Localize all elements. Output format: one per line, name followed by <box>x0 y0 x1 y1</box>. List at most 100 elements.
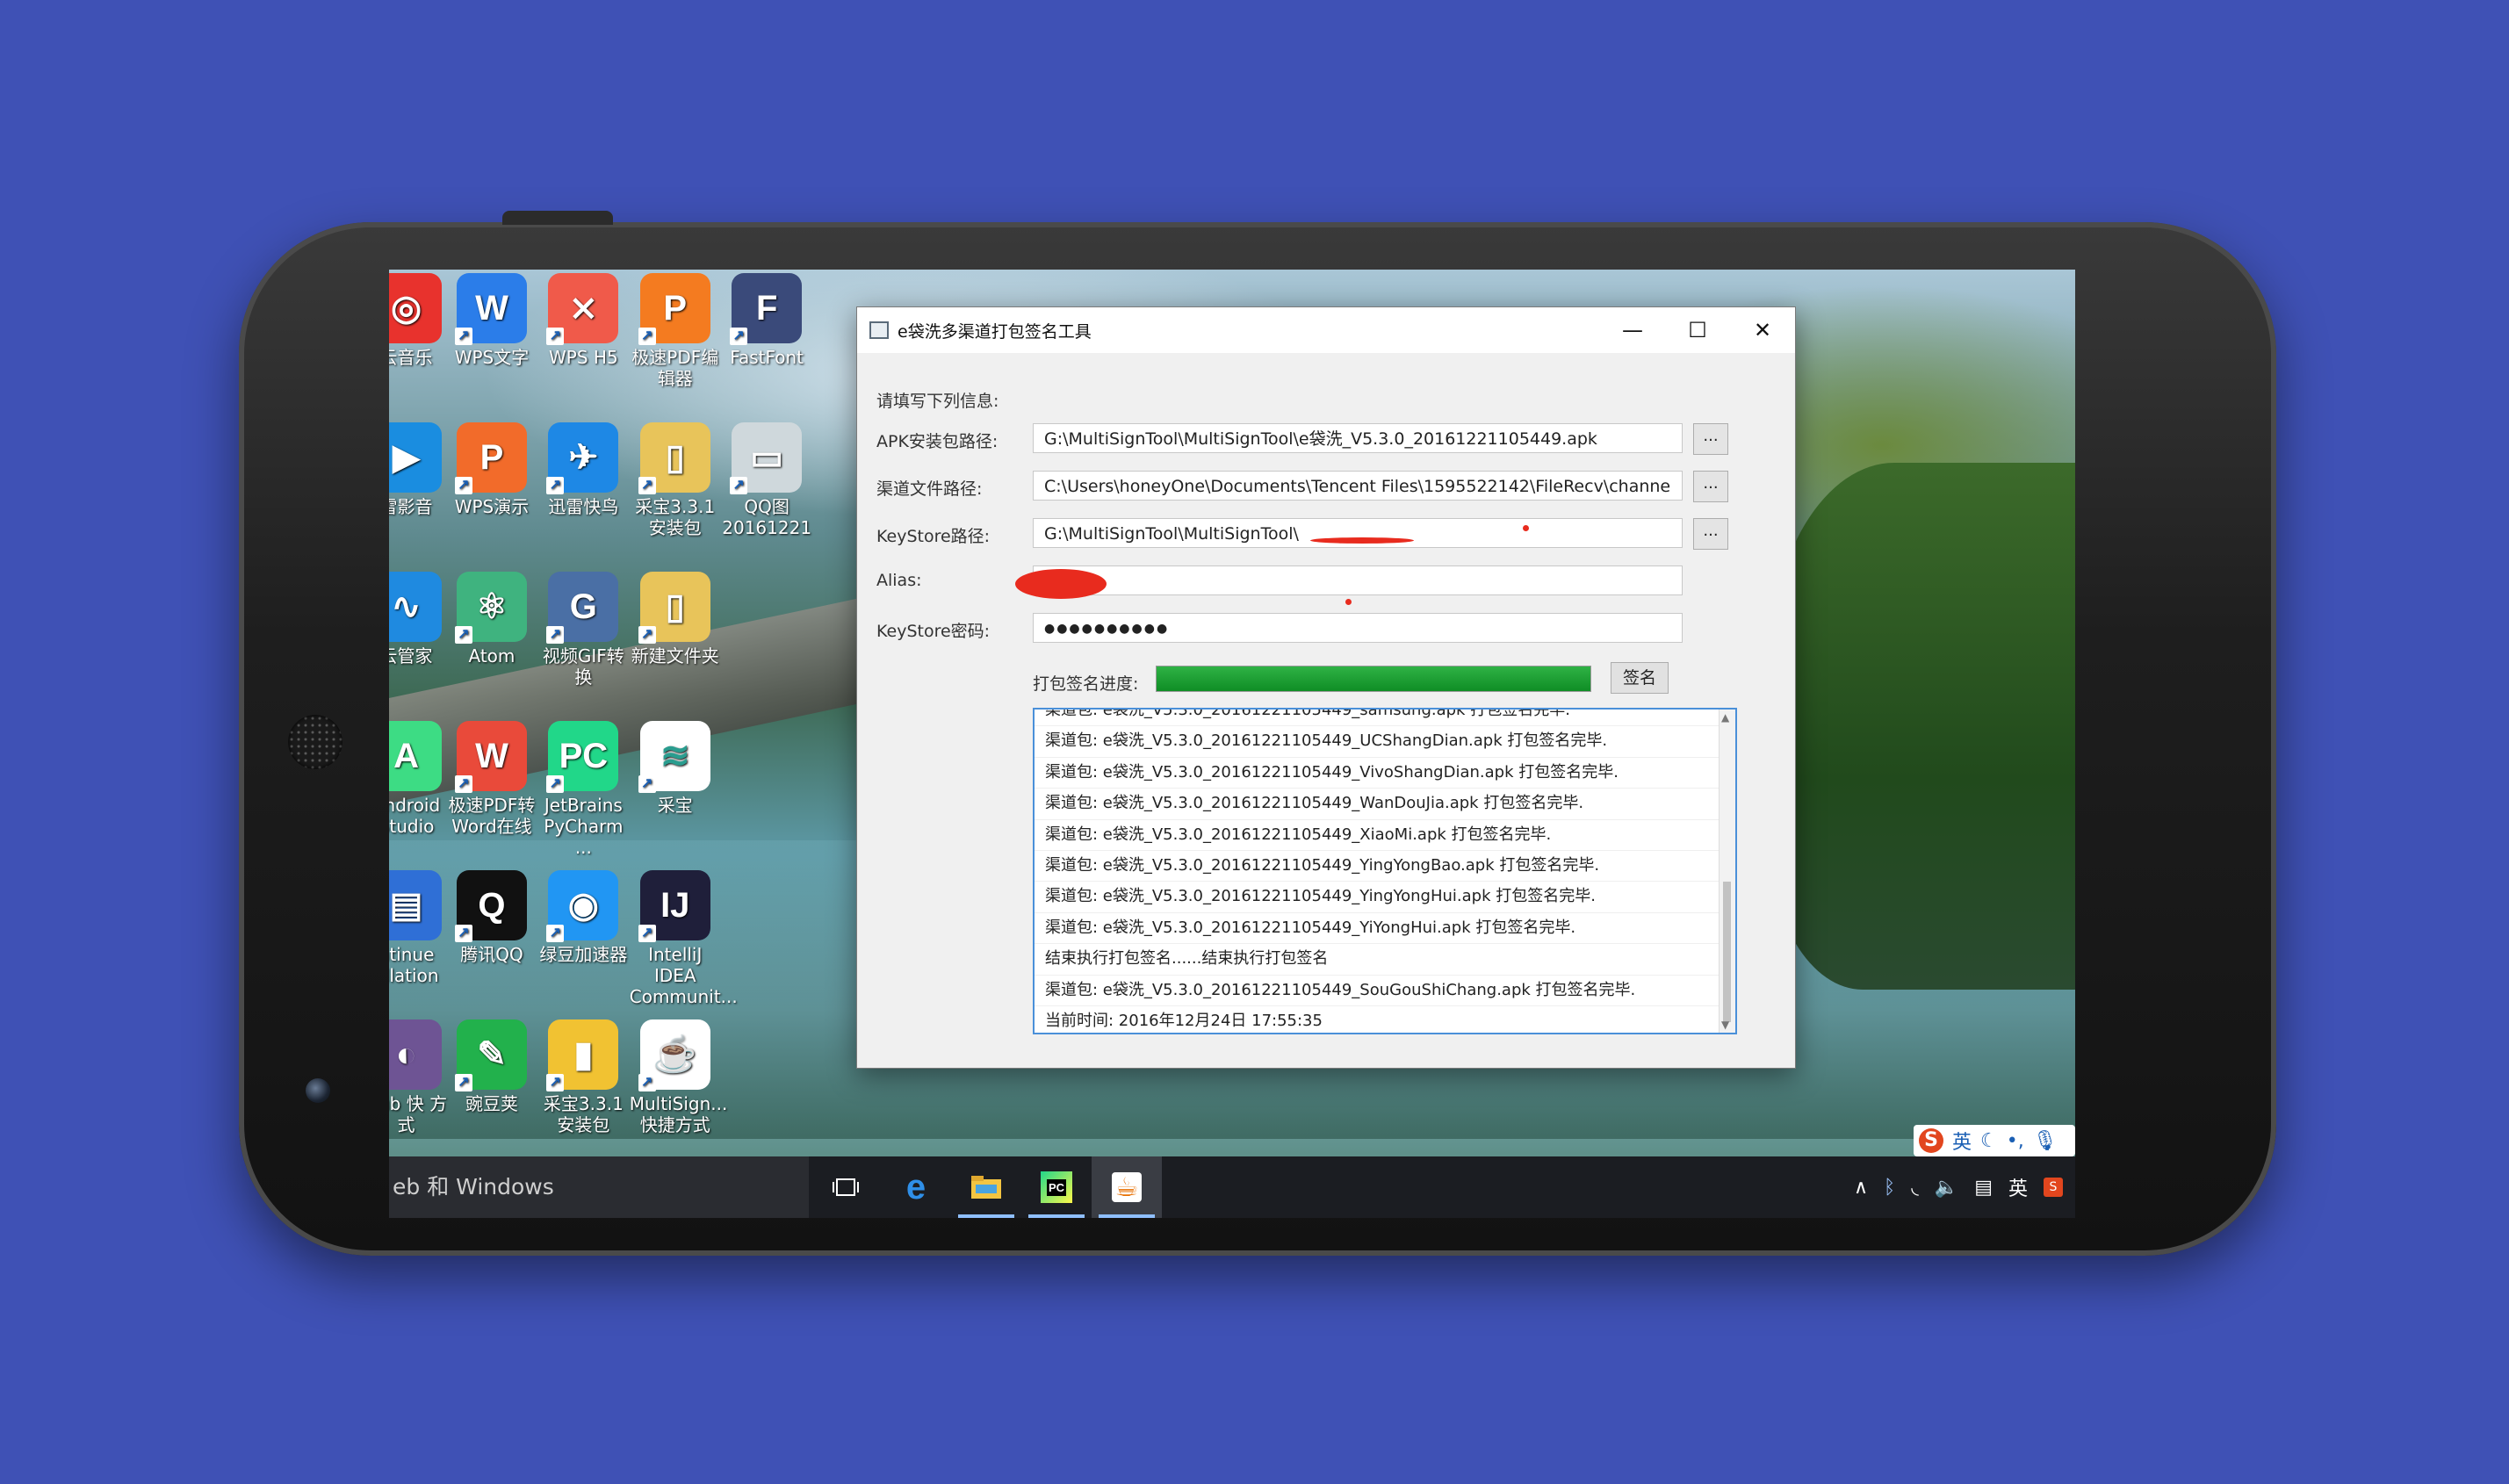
apk-path-label: APK安装包路径: <box>876 432 999 451</box>
sign-button[interactable]: 签名 <box>1611 662 1669 694</box>
desktop-icon[interactable]: ▤↗ntinue allation <box>389 870 452 986</box>
desktop-icon[interactable]: ⨯ ↗ WPS H5 <box>537 273 629 368</box>
taskbar-search-box[interactable]: eb 和 Windows <box>389 1156 809 1218</box>
ime-tray-language[interactable]: 英 <box>2008 1173 2028 1201</box>
moon-icon[interactable]: ☾ <box>1980 1130 1998 1152</box>
redaction-dot <box>1523 525 1529 531</box>
desktop-icon[interactable]: Q ↗ 腾讯QQ <box>446 870 537 965</box>
window-titlebar[interactable]: e袋洗多渠道打包签名工具 — ☐ ✕ <box>857 307 1795 353</box>
shortcut-arrow-icon: ↗ <box>546 328 565 345</box>
shortcut-arrow-icon: ↗ <box>638 925 656 942</box>
desktop-icon[interactable]: ▯ ↗ 采宝3.3.1安装包 <box>630 422 721 538</box>
desktop-icon-label: 新建文件夹 <box>631 645 719 666</box>
notification-icon[interactable]: ▤ <box>1974 1177 1993 1199</box>
netease-music-icon: ◎↗ <box>389 273 442 343</box>
desktop-icon[interactable]: IJ ↗ IntelliJ IDEA Communit... <box>629 870 738 1007</box>
file-explorer-icon[interactable] <box>951 1156 1021 1218</box>
desktop-icon[interactable]: ∿↗ 云管家 <box>389 572 452 666</box>
ime-toolbar[interactable]: S 英 ☾ •, 🎙 <box>1914 1125 2075 1156</box>
keystore-password-label: KeyStore密码: <box>876 622 991 641</box>
microphone-icon[interactable]: 🎙 <box>2033 1130 2058 1152</box>
task-view-icon[interactable] <box>811 1156 881 1218</box>
keystore-password-input[interactable]: ●●●●●●●●●● <box>1033 613 1683 643</box>
log-line: 渠道包: e袋洗_V5.3.0_20161221105449_SouGouShi… <box>1035 976 1735 1006</box>
desktop-icon[interactable]: F ↗ FastFont <box>721 273 812 368</box>
thunder-player-icon: ▶↗ <box>389 422 442 493</box>
network-icon[interactable]: ◟ <box>1911 1177 1919 1199</box>
chevron-up-icon[interactable]: ∧ <box>1854 1177 1868 1199</box>
desktop-icon[interactable]: ▭ ↗ QQ图 20161221 <box>721 422 812 538</box>
desktop-icon-label: WPS H5 <box>549 347 618 368</box>
java-app-taskbar-icon[interactable]: ☕ <box>1092 1156 1162 1218</box>
desktop-icon[interactable]: G ↗ 视频GIF转换 <box>537 572 629 688</box>
desktop-icon[interactable]: ▮ ↗ 采宝3.3.1安装包 <box>537 1019 629 1135</box>
shortcut-arrow-icon: ↗ <box>454 328 472 345</box>
desktop-icon[interactable]: P ↗ WPS演示 <box>446 422 537 517</box>
sogou-tray-icon[interactable]: S <box>2044 1178 2063 1197</box>
desktop-icon[interactable]: A↗Android Studio <box>389 721 452 837</box>
bluetooth-icon[interactable]: ᛒ <box>1884 1177 1895 1199</box>
alias-input[interactable] <box>1033 566 1683 595</box>
log-line: 渠道包: e袋洗_V5.3.0_20161221105449_YingYongH… <box>1035 882 1735 913</box>
desktop-icon-label: WPS文字 <box>454 347 530 368</box>
log-line: 渠道包: e袋洗_V5.3.0_20161221105449_samsung.a… <box>1035 710 1735 727</box>
shortcut-arrow-icon: ↗ <box>730 477 748 494</box>
shortcut-arrow-icon: ↗ <box>730 328 748 345</box>
desktop-icon[interactable]: ◎↗ 云音乐 <box>389 273 452 368</box>
phone-speaker <box>288 715 342 769</box>
desktop-icon[interactable]: W ↗ WPS文字 <box>446 273 537 368</box>
apk-path-input[interactable]: G:\MultiSignTool\MultiSignTool\e袋洗_V5.3.… <box>1033 423 1683 453</box>
desktop-icon-label: Atom <box>468 645 515 666</box>
shortcut-arrow-icon: ↗ <box>546 775 565 793</box>
scroll-thumb[interactable] <box>1723 882 1731 1022</box>
maximize-button[interactable]: ☐ <box>1665 307 1730 353</box>
channel-path-input[interactable]: C:\Users\honeyOne\Documents\Tencent File… <box>1033 471 1683 501</box>
desktop-icon-label: 雷影音 <box>389 496 433 517</box>
log-line: 渠道包: e袋洗_V5.3.0_20161221105449_YingYongB… <box>1035 851 1735 882</box>
pycharm-taskbar-icon[interactable]: PC <box>1021 1156 1092 1218</box>
channel-browse-button[interactable]: ... <box>1693 471 1728 502</box>
zip-archive-icon: ▮ ↗ <box>546 1019 619 1091</box>
desktop-icon[interactable]: P ↗ 极速PDF编辑器 <box>630 273 721 389</box>
desktop-icon[interactable]: ≋ ↗ 采宝 <box>630 721 721 816</box>
desktop-icon-label: Hub 快 方式 <box>389 1093 448 1135</box>
phone-power-button <box>502 211 613 225</box>
shortcut-arrow-icon: ↗ <box>546 626 565 644</box>
desktop-screen: ◎↗云音乐W↗WPS文字⨯↗WPS H5P↗极速PDF编辑器F↗FastFont… <box>389 270 2075 1218</box>
app-window: e袋洗多渠道打包签名工具 — ☐ ✕ 请填写下列信息: APK安装包路径: G:… <box>856 306 1796 1069</box>
android-studio-icon: A↗ <box>389 721 442 791</box>
scroll-up-icon[interactable]: ▲ <box>1721 711 1729 724</box>
pdf-to-word-icon: W ↗ <box>454 721 527 793</box>
shortcut-arrow-icon: ↗ <box>454 626 472 644</box>
scroll-down-icon[interactable]: ▼ <box>1721 1019 1729 1031</box>
desktop-icon[interactable]: ◐↗Hub 快 方式 <box>389 1019 452 1135</box>
keystore-browse-button[interactable]: ... <box>1693 518 1728 550</box>
github-icon: ◐↗ <box>389 1019 442 1090</box>
desktop-icon[interactable]: ◉ ↗ 绿豆加速器 <box>537 870 629 965</box>
desktop-icon[interactable]: ✎ ↗ 豌豆荚 <box>446 1019 537 1114</box>
desktop-icon[interactable]: PC ↗ JetBrains PyCharm ... <box>537 721 629 858</box>
log-scrollbar[interactable]: ▲ ▼ <box>1719 710 1735 1033</box>
desktop-icon[interactable]: ⚛ ↗ Atom <box>446 572 537 666</box>
close-button[interactable]: ✕ <box>1730 307 1795 353</box>
desktop-icon-label: IntelliJ IDEA Communit... <box>629 944 738 1007</box>
minimize-button[interactable]: — <box>1600 307 1665 353</box>
sogou-ime-icon[interactable]: S <box>1919 1128 1943 1153</box>
wps-h5-icon: ⨯ ↗ <box>546 273 619 345</box>
shortcut-arrow-icon: ↗ <box>454 925 472 942</box>
desktop-icon[interactable]: ▶↗ 雷影音 <box>389 422 452 517</box>
edge-icon[interactable]: e <box>881 1156 951 1218</box>
desktop-icon-label: 极速PDF转 Word在线 <box>448 795 536 837</box>
desktop-icon[interactable]: ☕ ↗ MultiSign... 快捷方式 <box>630 1019 727 1135</box>
desktop-icon[interactable]: ✈ ↗ 迅雷快鸟 <box>537 422 629 517</box>
log-output[interactable]: 渠道包: e袋洗_V5.3.0_20161221105449_samsung.a… <box>1033 708 1737 1034</box>
ime-language-toggle[interactable]: 英 <box>1952 1127 1972 1155</box>
desktop-icon[interactable]: W ↗ 极速PDF转 Word在线 <box>446 721 537 837</box>
java-icon: ☕ ↗ <box>638 1019 710 1091</box>
desktop-icon[interactable]: ▯ ↗ 新建文件夹 <box>630 572 721 666</box>
volume-icon[interactable]: 🔈 <box>1935 1177 1958 1199</box>
punctuation-icon[interactable]: •, <box>2007 1130 2024 1152</box>
shortcut-arrow-icon: ↗ <box>454 1074 472 1091</box>
apk-browse-button[interactable]: ... <box>1693 423 1728 455</box>
wallpaper-trees <box>1768 463 2075 990</box>
